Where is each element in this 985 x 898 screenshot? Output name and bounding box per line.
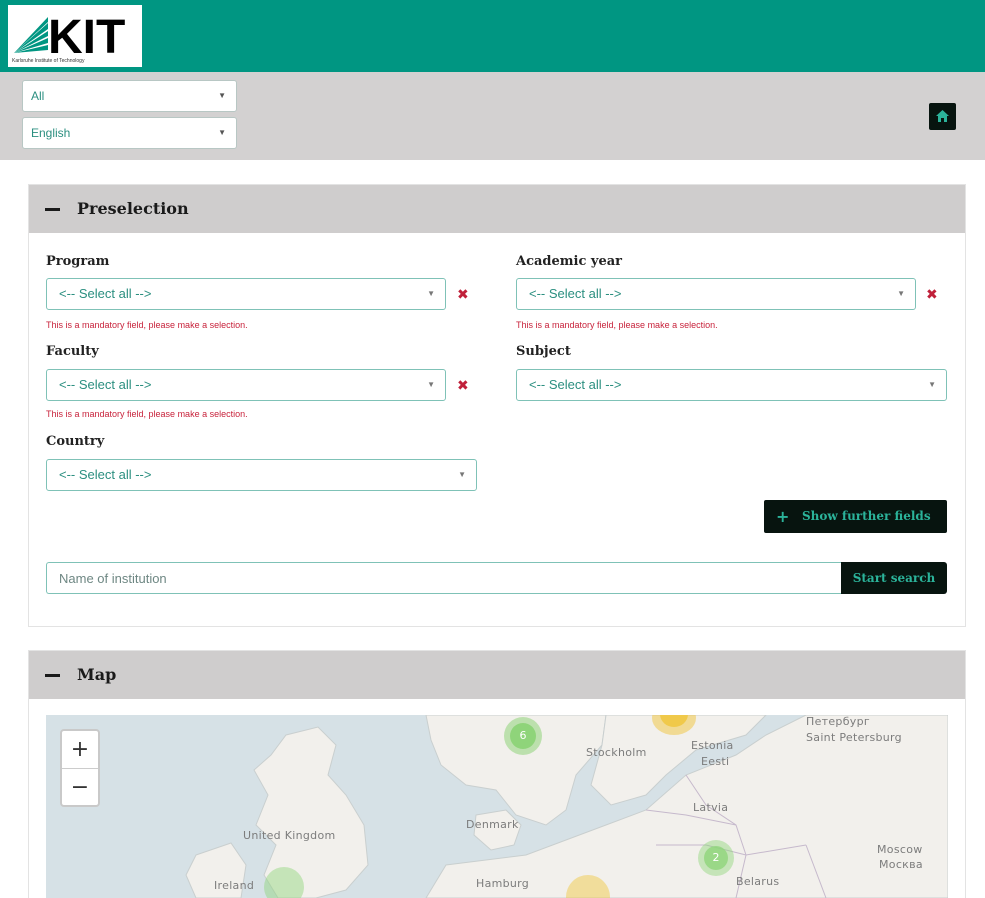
map-label-belarus: Belarus <box>736 875 780 888</box>
map-label-latvia: Latvia <box>693 801 729 814</box>
zoom-in-button[interactable]: + <box>62 731 98 768</box>
map-label-moscow-ru: Москва <box>879 858 923 871</box>
map-header[interactable]: Map <box>29 651 965 699</box>
chevron-down-icon: ▼ <box>427 380 435 389</box>
country-select[interactable]: <-- Select all --> ▼ <box>46 459 477 491</box>
logo-text: KIT <box>48 11 125 57</box>
filter-select-value: All <box>31 89 45 103</box>
zoom-control: + − <box>60 729 100 807</box>
preselection-header[interactable]: Preselection <box>29 185 965 233</box>
subject-select-value: <-- Select all --> <box>529 377 622 392</box>
home-icon <box>936 110 949 122</box>
map-label-spb-ru: Петербург <box>806 715 870 728</box>
filter-select[interactable]: All ▼ <box>22 80 237 112</box>
map-label-eesti: Eesti <box>701 755 730 768</box>
academic-year-select-value: <-- Select all --> <box>529 286 622 301</box>
preselection-panel: Preselection <box>28 184 966 627</box>
map-label-ireland: Ireland <box>214 879 255 892</box>
academic-year-error: This is a mandatory field, please make a… <box>516 320 718 330</box>
academic-year-clear-icon[interactable]: ✖ <box>926 287 938 303</box>
map-label-uk: United Kingdom <box>243 829 336 842</box>
plus-icon: + <box>776 507 790 526</box>
faculty-select-value: <-- Select all --> <box>59 377 152 392</box>
academic-year-label: Academic year <box>516 254 623 269</box>
country-label: Country <box>46 434 105 449</box>
map-title: Map <box>77 665 117 684</box>
map-label-hamburg: Hamburg <box>476 877 530 890</box>
cluster-count: 10 <box>660 715 688 727</box>
chevron-down-icon: ▼ <box>458 470 466 479</box>
program-select-value: <-- Select all --> <box>59 286 152 301</box>
logo-subtitle: Karlsruhe Institute of Technology <box>12 58 85 64</box>
cluster-count: 6 <box>510 723 536 749</box>
map-view[interactable]: + − United Kingdom Ireland Denmark Hambu… <box>46 715 948 898</box>
chevron-down-icon: ▼ <box>928 380 936 389</box>
map-label-denmark: Denmark <box>466 818 519 831</box>
start-search-button[interactable]: Start search <box>841 562 947 594</box>
preselection-title: Preselection <box>77 199 189 218</box>
kit-logo-mark: KIT <box>14 11 125 57</box>
kit-logo[interactable]: KIT Karlsruhe Institute of Technology <box>8 5 142 67</box>
program-select[interactable]: <-- Select all --> ▼ <box>46 278 446 310</box>
cluster-count: 2 <box>704 846 728 870</box>
chevron-down-icon: ▼ <box>897 289 905 298</box>
show-further-fields-button[interactable]: + Show further fields <box>764 500 947 533</box>
subject-label: Subject <box>516 344 571 359</box>
show-further-fields-label: Show further fields <box>802 509 931 523</box>
chevron-down-icon: ▼ <box>427 289 435 298</box>
minus-icon <box>45 674 60 677</box>
subject-select[interactable]: <-- Select all --> ▼ <box>516 369 947 401</box>
academic-year-select[interactable]: <-- Select all --> ▼ <box>516 278 916 310</box>
map-label-moscow-en: Moscow <box>877 843 923 856</box>
map-label-stockholm: Stockholm <box>586 746 647 759</box>
institution-search-input[interactable] <box>46 562 842 594</box>
zoom-out-button[interactable]: − <box>62 769 98 806</box>
language-select[interactable]: English ▼ <box>22 117 237 149</box>
site-header: KIT Karlsruhe Institute of Technology <box>0 0 985 72</box>
minus-icon <box>45 208 60 211</box>
faculty-label: Faculty <box>46 344 99 359</box>
chevron-down-icon: ▼ <box>218 128 226 137</box>
faculty-error: This is a mandatory field, please make a… <box>46 409 248 419</box>
program-clear-icon[interactable]: ✖ <box>457 287 469 303</box>
map-label-spb-en: Saint Petersburg <box>806 731 902 744</box>
program-label: Program <box>46 254 110 269</box>
home-button[interactable] <box>929 103 956 130</box>
map-label-estonia: Estonia <box>691 739 734 752</box>
faculty-clear-icon[interactable]: ✖ <box>457 378 469 394</box>
country-select-value: <-- Select all --> <box>59 467 152 482</box>
language-select-value: English <box>31 126 71 140</box>
program-error: This is a mandatory field, please make a… <box>46 320 248 330</box>
map-cluster[interactable]: 2 <box>698 840 734 876</box>
chevron-down-icon: ▼ <box>218 91 226 100</box>
map-cluster[interactable]: 6 <box>504 717 542 755</box>
faculty-select[interactable]: <-- Select all --> ▼ <box>46 369 446 401</box>
